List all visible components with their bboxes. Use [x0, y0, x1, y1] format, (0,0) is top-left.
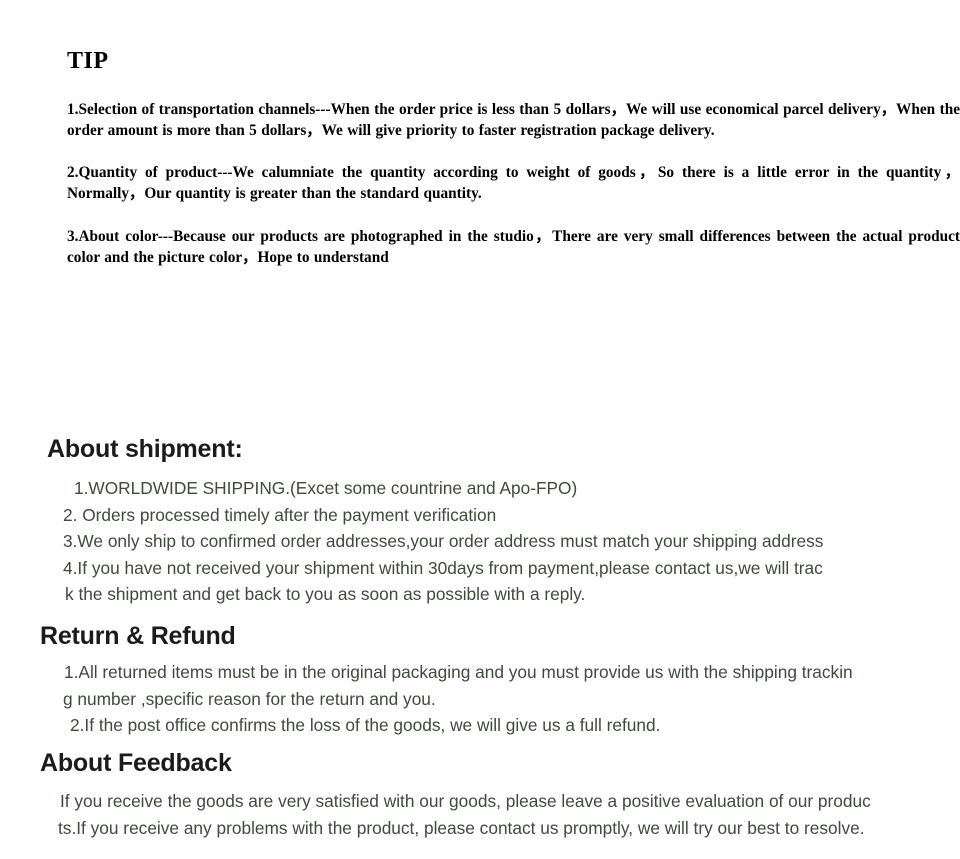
- about-feedback-lines: If you receive the goods are very satisf…: [0, 788, 960, 841]
- about-feedback-heading: About Feedback: [40, 749, 232, 777]
- about-shipment-section: About shipment: 1.WORLDWIDE SHIPPING.(Ex…: [0, 434, 960, 608]
- about-shipment-lines: 1.WORLDWIDE SHIPPING.(Excet some countri…: [0, 475, 960, 608]
- return-line-3: 2.If the post office confirms the loss o…: [70, 715, 661, 735]
- about-feedback-section: About Feedback If you receive the goods …: [0, 748, 960, 841]
- return-refund-heading: Return & Refund: [40, 622, 236, 650]
- shipment-line-3: 3.We only ship to confirmed order addres…: [63, 531, 824, 551]
- shipment-line-5: k the shipment and get back to you as so…: [65, 584, 586, 604]
- tip-paragraph-3: 3.About color---Because our products are…: [67, 228, 960, 266]
- shipment-line-4: 4.If you have not received your shipment…: [63, 557, 823, 578]
- tip-paragraph-2: 2.Quantity of product---We calumniate th…: [67, 164, 960, 202]
- shipment-line-1: 1.WORLDWIDE SHIPPING.(Excet some countri…: [74, 478, 578, 498]
- product-info-page: { "colors": { "background": "#ffffff", "…: [0, 0, 960, 859]
- tip-paragraph-1: 1.Selection of transportation channels--…: [67, 101, 960, 139]
- feedback-line-2: ts.If you receive any problems with the …: [58, 817, 865, 838]
- return-refund-section: Return & Refund 1.All returned items mus…: [0, 621, 960, 739]
- return-line-1: 1.All returned items must be in the orig…: [64, 662, 853, 682]
- tip-block: TIP 1.Selection of transportation channe…: [67, 46, 960, 268]
- return-line-2: g number ,specific reason for the return…: [63, 688, 436, 709]
- about-shipment-heading: About shipment:: [47, 435, 243, 463]
- tip-title: TIP: [67, 48, 109, 74]
- feedback-line-1: If you receive the goods are very satisf…: [60, 791, 871, 811]
- return-refund-lines: 1.All returned items must be in the orig…: [0, 659, 960, 739]
- shipment-line-2: 2. Orders processed timely after the pay…: [63, 504, 497, 525]
